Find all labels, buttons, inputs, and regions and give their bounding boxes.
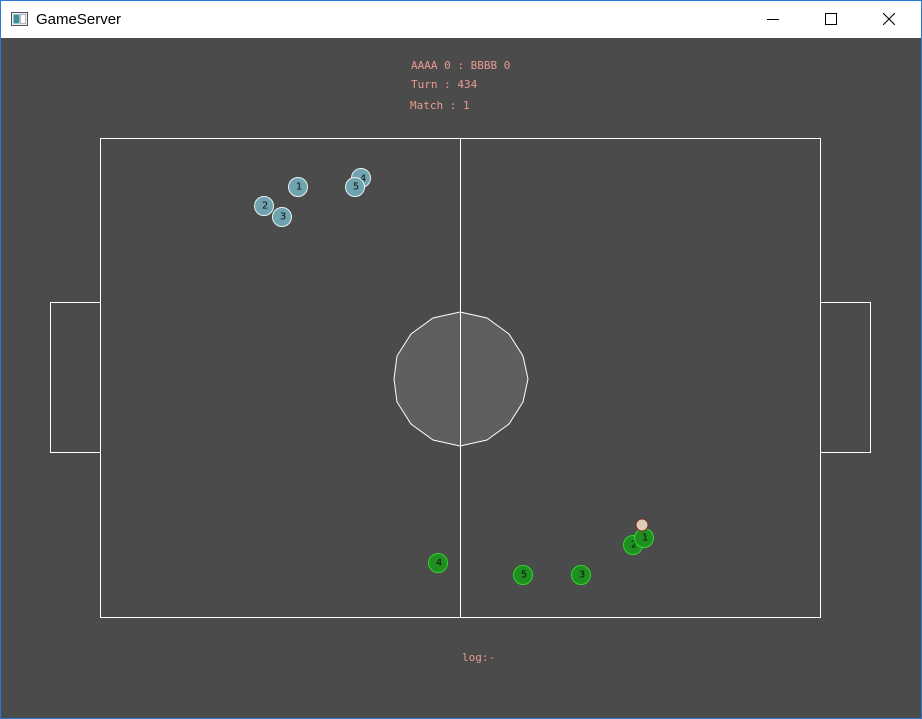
team-b-player: 3 xyxy=(571,565,591,585)
svg-text:3: 3 xyxy=(579,570,585,581)
team-a-player: 5 xyxy=(345,177,365,197)
svg-text:4: 4 xyxy=(436,558,442,569)
title-bar[interactable]: GameServer xyxy=(1,1,921,38)
turn-text: Turn : 434 xyxy=(411,78,478,91)
game-canvas: 4 1 5 2 3 4 5 3 2 1 AAAA 0: BBBB 0 Turn… xyxy=(1,38,921,718)
svg-text:3: 3 xyxy=(280,212,286,223)
team-b-player: 5 xyxy=(513,565,533,585)
svg-text:5: 5 xyxy=(353,182,359,193)
soccer-field: 4 1 5 2 3 4 5 3 2 1 xyxy=(50,138,871,618)
minimize-button[interactable] xyxy=(751,1,797,38)
minimize-icon xyxy=(767,19,779,20)
svg-text:2: 2 xyxy=(262,201,268,212)
right-goal xyxy=(820,302,871,453)
close-icon xyxy=(883,13,895,25)
team-a-player: 2 xyxy=(254,196,274,216)
score-text: AAAA 0 : BBBB 0 xyxy=(411,59,511,72)
team-b-player: 1 xyxy=(634,528,654,548)
left-goal xyxy=(50,302,101,453)
maximize-icon xyxy=(825,13,837,25)
window-title: GameServer xyxy=(36,11,122,28)
app-icon xyxy=(11,12,28,26)
team-a-player: 1 xyxy=(288,177,308,197)
team-b-player: 4 xyxy=(428,553,448,573)
svg-text:5: 5 xyxy=(521,570,527,581)
ball xyxy=(635,518,649,532)
svg-text:1: 1 xyxy=(296,182,302,193)
game-window: GameServer 4 1 5 2 3 4 5 3 2 1 AAAA 0: … xyxy=(0,0,922,719)
svg-text:1: 1 xyxy=(642,533,648,544)
close-button[interactable] xyxy=(867,1,913,38)
maximize-button[interactable] xyxy=(809,1,855,38)
match-text: Match : 1 xyxy=(410,99,470,112)
team-a-player: 3 xyxy=(272,207,292,227)
log-text: log:- xyxy=(462,651,496,664)
